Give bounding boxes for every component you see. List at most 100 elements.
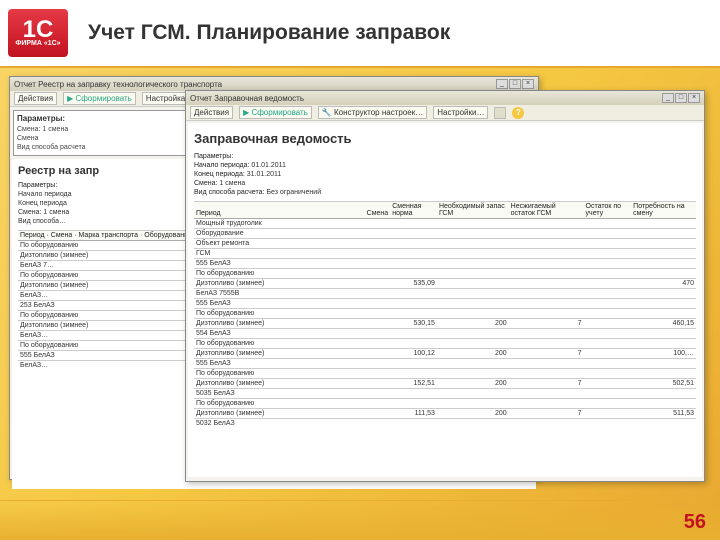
cell [631, 329, 696, 339]
column-header: Период [194, 202, 365, 219]
titlebar-vedomost[interactable]: Отчет Заправочная ведомость _ □ × [186, 91, 704, 105]
min-button[interactable]: _ [496, 79, 508, 89]
cell: 200 [437, 409, 509, 419]
cell [365, 329, 391, 339]
table-row[interactable]: 555 БелАЗ [194, 359, 696, 369]
cell [509, 329, 584, 339]
row-label: 555 БелАЗ [194, 359, 365, 369]
group-row: Оборудование [194, 229, 696, 239]
cell [365, 339, 391, 349]
table-row[interactable]: 555 БелАЗ [194, 259, 696, 269]
window-title-vedomost: Отчет Заправочная ведомость [190, 94, 304, 103]
stage: Отчет Реестр на заправку технологическог… [3, 68, 718, 488]
cell [390, 269, 437, 279]
cell [390, 339, 437, 349]
min-button[interactable]: _ [662, 93, 674, 103]
table-row[interactable]: По оборудованию [194, 369, 696, 379]
table-row[interactable]: Дизтопливо (зимнее)535,09470 [194, 279, 696, 289]
cell [631, 309, 696, 319]
actions-button[interactable]: Действия [14, 92, 57, 105]
cell [365, 309, 391, 319]
tool-icon[interactable] [494, 107, 506, 119]
cell: 100,12 [390, 349, 437, 359]
cell [365, 279, 391, 289]
cell: 7 [509, 379, 584, 389]
cell [437, 259, 509, 269]
cell [509, 419, 584, 429]
cell [584, 289, 632, 299]
table-row[interactable]: По оборудованию [194, 309, 696, 319]
cell [584, 339, 632, 349]
cell [631, 289, 696, 299]
form-button[interactable]: ▶ Сформировать [239, 106, 312, 119]
cell [631, 419, 696, 429]
table-row[interactable]: 5032 БелАЗ [194, 419, 696, 429]
cell [437, 419, 509, 429]
help-icon[interactable]: ? [512, 107, 524, 119]
page-number: 56 [684, 511, 706, 534]
max-button[interactable]: □ [509, 79, 521, 89]
form-button[interactable]: ▶ Сформировать [63, 92, 136, 105]
cell [509, 309, 584, 319]
table-row[interactable]: Дизтопливо (зимнее)530,152007460,15 [194, 319, 696, 329]
max-button[interactable]: □ [675, 93, 687, 103]
cell [365, 259, 391, 269]
cell [584, 279, 632, 289]
table-row[interactable]: 554 БелАЗ [194, 329, 696, 339]
table-row[interactable]: Дизтопливо (зимнее) 111,532007 511,53 [194, 409, 696, 419]
actions-button[interactable]: Действия [190, 106, 233, 119]
cell [584, 349, 632, 359]
cell [437, 339, 509, 349]
cell [509, 289, 584, 299]
cell [365, 369, 391, 379]
param-block-vedomost: Параметры: Начало периода: 01.01.2011Кон… [194, 152, 696, 197]
close-button[interactable]: × [522, 79, 534, 89]
table-row[interactable]: По оборудованию [194, 399, 696, 409]
cell [631, 299, 696, 309]
table-row[interactable]: 5035 БелАЗ [194, 389, 696, 399]
logo-text-bottom: ФИРМА «1С» [15, 40, 60, 47]
table-row[interactable]: БелАЗ 7555В [194, 289, 696, 299]
window-title-reestr: Отчет Реестр на заправку технологическог… [14, 80, 222, 89]
table-row[interactable]: Дизтопливо (зимнее)100,122007100,… [194, 349, 696, 359]
cell [365, 359, 391, 369]
cell [584, 409, 632, 419]
toolbar-vedomost: Действия ▶ Сформировать 🔧 Конструктор на… [186, 105, 704, 121]
cell [584, 269, 632, 279]
cell: 511,53 [631, 409, 696, 419]
column-header: Потребность на смену [631, 202, 696, 219]
cell [509, 279, 584, 289]
cell [584, 399, 632, 409]
settings-button[interactable]: Настройки… [433, 106, 488, 119]
table-row[interactable]: По оборудованию [194, 269, 696, 279]
row-label: По оборудованию [194, 369, 365, 379]
cell [437, 289, 509, 299]
cell [631, 399, 696, 409]
cell [584, 259, 632, 269]
cell: 7 [509, 409, 584, 419]
row-label: Дизтопливо (зимнее) [194, 409, 365, 419]
cell: 200 [437, 379, 509, 389]
cell [631, 369, 696, 379]
logo-text-top: 1C [23, 19, 54, 41]
cell [365, 289, 391, 299]
close-button[interactable]: × [688, 93, 700, 103]
cell [390, 259, 437, 269]
titlebar-reestr[interactable]: Отчет Реестр на заправку технологическог… [10, 77, 538, 91]
cell [509, 259, 584, 269]
cell [437, 369, 509, 379]
param-line: Конец периода: 31.01.2011 [194, 170, 696, 179]
cell [437, 299, 509, 309]
table-row[interactable]: Дизтопливо (зимнее)152,512007502,51 [194, 379, 696, 389]
table-row[interactable]: 555 БелАЗ [194, 299, 696, 309]
cell [509, 269, 584, 279]
row-label: По оборудованию [194, 399, 365, 409]
logo-1c: 1C ФИРМА «1С» [8, 9, 68, 57]
builder-button[interactable]: 🔧 Конструктор настроек… [318, 106, 427, 119]
table-row[interactable]: По оборудованию [194, 339, 696, 349]
cell [631, 259, 696, 269]
slide-header: 1C ФИРМА «1С» Учет ГСМ. Планирование зап… [0, 0, 720, 68]
cell [509, 339, 584, 349]
group-row: Мощный трудоголик [194, 219, 696, 229]
cell: 111,53 [390, 409, 437, 419]
